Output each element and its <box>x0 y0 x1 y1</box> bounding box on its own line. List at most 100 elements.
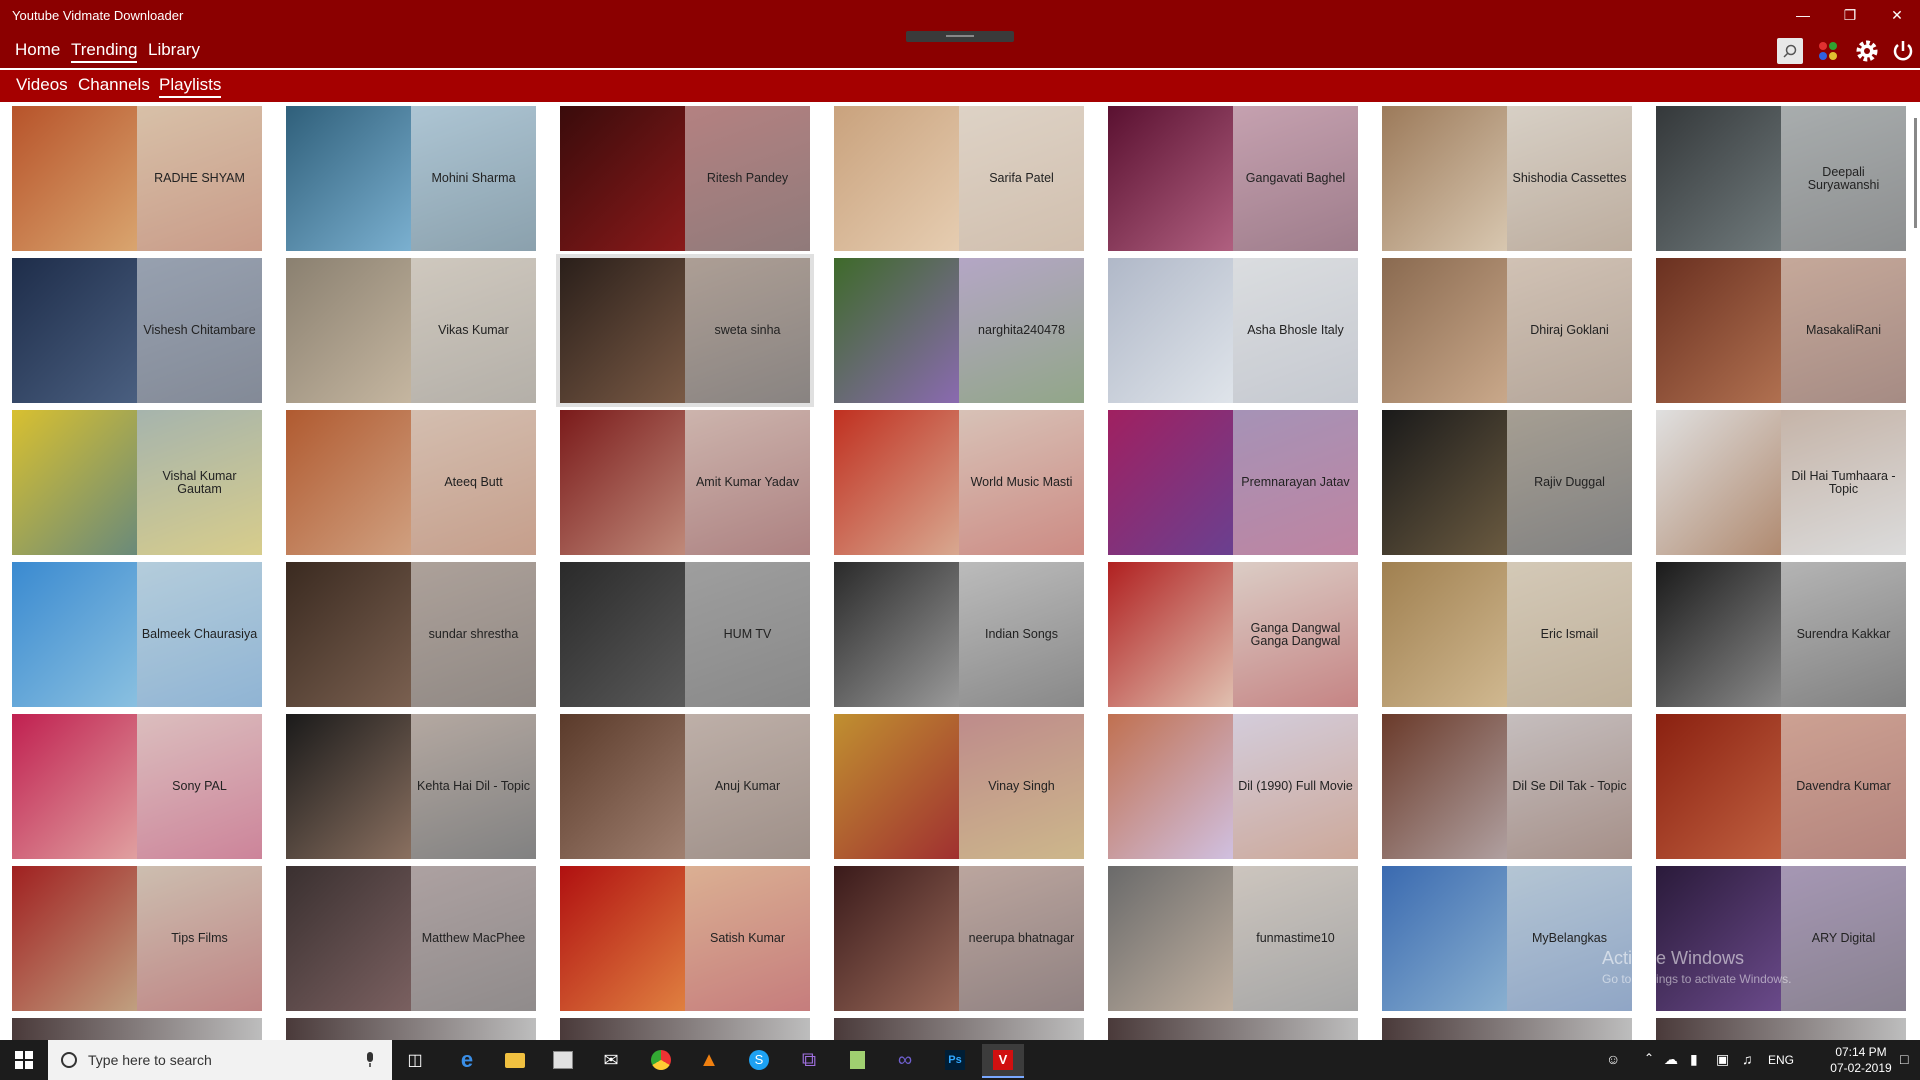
scrollbar[interactable] <box>1914 118 1917 228</box>
playlist-tile[interactable]: ARY Digital <box>1656 866 1906 1011</box>
people-icon[interactable]: ☺ <box>1606 1051 1620 1067</box>
playlist-tile[interactable]: Dil Se Dil Tak - Topic <box>1382 714 1632 859</box>
close-button[interactable]: ✕ <box>1874 0 1920 30</box>
playlist-tile[interactable]: Sony PAL <box>12 714 262 859</box>
skype-app[interactable]: S <box>738 1044 780 1076</box>
store-app[interactable] <box>542 1044 584 1076</box>
cortana-icon <box>61 1052 77 1068</box>
playlist-tile[interactable]: Surendra Kakkar <box>1656 562 1906 707</box>
power-button[interactable] <box>1890 38 1916 64</box>
playlist-tile[interactable]: sundar shrestha <box>286 562 536 707</box>
playlist-tile[interactable]: Ateeq Butt <box>286 410 536 555</box>
visual-studio-2-app[interactable]: ∞ <box>884 1044 926 1076</box>
playlist-tile-partial[interactable] <box>834 1018 1084 1040</box>
playlist-tile[interactable]: Vinay Singh <box>834 714 1084 859</box>
chevron-up-icon[interactable]: ⌃ <box>1644 1051 1654 1065</box>
playlist-tile-partial[interactable] <box>1382 1018 1632 1040</box>
playlist-thumbnail <box>1108 562 1233 707</box>
playlist-tile[interactable]: Matthew MacPhee <box>286 866 536 1011</box>
language-indicator[interactable]: ENG <box>1768 1053 1794 1067</box>
taskbar-search[interactable]: Type here to search <box>48 1040 392 1080</box>
photoshop-icon: Ps <box>945 1050 965 1070</box>
vlc-app[interactable]: ▲ <box>688 1044 730 1076</box>
tab-channels[interactable]: Channels <box>78 75 150 95</box>
minimize-button[interactable]: — <box>1780 0 1826 30</box>
playlist-thumbnail <box>1382 410 1507 555</box>
file-explorer-app[interactable] <box>494 1044 536 1076</box>
maximize-button[interactable]: ❐ <box>1827 0 1873 30</box>
vidmate-icon: V <box>993 1050 1013 1070</box>
mail-app[interactable]: ✉ <box>590 1044 632 1076</box>
playlist-tile[interactable]: MasakaliRani <box>1656 258 1906 403</box>
settings-button[interactable] <box>1853 37 1881 65</box>
playlist-tile[interactable]: Deepali Suryawanshi <box>1656 106 1906 251</box>
clock[interactable]: 07:14 PM 07-02-2019 <box>1826 1044 1896 1076</box>
battery-icon[interactable]: ▮ <box>1690 1051 1698 1068</box>
playlist-tile[interactable]: Shishodia Cassettes <box>1382 106 1632 251</box>
playlist-tile[interactable]: Amit Kumar Yadav <box>560 410 810 555</box>
playlist-tile[interactable]: MyBelangkas <box>1382 866 1632 1011</box>
start-button[interactable] <box>0 1040 48 1080</box>
nav-trending[interactable]: Trending <box>71 40 138 63</box>
drag-handle[interactable] <box>906 31 1014 42</box>
playlist-thumbnail <box>12 258 137 403</box>
playlist-tile[interactable]: Vishal Kumar Gautam <box>12 410 262 555</box>
photoshop-app[interactable]: Ps <box>934 1044 976 1076</box>
playlist-tile[interactable]: Gangavati Baghel <box>1108 106 1358 251</box>
playlist-tile[interactable]: Ganga Dangwal Ganga Dangwal <box>1108 562 1358 707</box>
playlist-tile[interactable]: Indian Songs <box>834 562 1084 707</box>
vidmate-app[interactable]: V <box>982 1044 1024 1078</box>
playlist-tile[interactable]: Ritesh Pandey <box>560 106 810 251</box>
playlist-tile[interactable]: Tips Films <box>12 866 262 1011</box>
playlist-tile[interactable]: Asha Bhosle Italy <box>1108 258 1358 403</box>
playlist-tile[interactable]: Premnarayan Jatav <box>1108 410 1358 555</box>
playlist-channel-name: Vinay Singh <box>988 779 1055 793</box>
playlist-tile[interactable]: Vikas Kumar <box>286 258 536 403</box>
playlist-thumbnail <box>1656 410 1781 555</box>
volume-icon[interactable]: ♫ <box>1742 1051 1753 1067</box>
playlist-tile-partial[interactable] <box>12 1018 262 1040</box>
playlist-tile[interactable]: Sarifa Patel <box>834 106 1084 251</box>
clock-date: 07-02-2019 <box>1830 1061 1892 1075</box>
nav-library[interactable]: Library <box>148 40 200 60</box>
playlist-tile[interactable]: Mohini Sharma <box>286 106 536 251</box>
playlist-tile[interactable]: funmastime10 <box>1108 866 1358 1011</box>
playlist-tile-partial[interactable] <box>1656 1018 1906 1040</box>
playlist-channel-name: Asha Bhosle Italy <box>1247 323 1344 337</box>
edge-app[interactable]: e <box>446 1044 488 1076</box>
playlist-tile[interactable]: HUM TV <box>560 562 810 707</box>
playlist-channel-name: funmastime10 <box>1256 931 1335 945</box>
search-button[interactable] <box>1777 38 1803 64</box>
playlist-tile[interactable]: Rajiv Duggal <box>1382 410 1632 555</box>
playlist-tile[interactable]: Vishesh Chitambare <box>12 258 262 403</box>
network-icon[interactable]: ▣ <box>1716 1051 1729 1068</box>
playlist-tile[interactable]: Eric Ismail <box>1382 562 1632 707</box>
playlist-tile[interactable]: Davendra Kumar <box>1656 714 1906 859</box>
chrome-app[interactable] <box>640 1044 682 1076</box>
playlist-tile[interactable]: narghita240478 <box>834 258 1084 403</box>
playlist-tile[interactable]: Dil (1990) Full Movie <box>1108 714 1358 859</box>
playlist-thumbnail <box>286 866 411 1011</box>
playlist-tile[interactable]: World Music Masti <box>834 410 1084 555</box>
playlist-tile[interactable]: Anuj Kumar <box>560 714 810 859</box>
theme-button[interactable] <box>1815 38 1843 64</box>
playlist-tile-partial[interactable] <box>286 1018 536 1040</box>
playlist-tile[interactable]: Kehta Hai Dil - Topic <box>286 714 536 859</box>
playlist-tile[interactable]: sweta sinha <box>556 254 814 407</box>
notepad-app[interactable] <box>836 1044 878 1076</box>
playlist-tile-partial[interactable] <box>560 1018 810 1040</box>
playlist-tile[interactable]: RADHE SHYAM <box>12 106 262 251</box>
playlist-tile[interactable]: Dil Hai Tumhaara - Topic <box>1656 410 1906 555</box>
visual-studio-app[interactable]: ⧉ <box>788 1044 830 1076</box>
playlist-tile[interactable]: neerupa bhatnagar <box>834 866 1084 1011</box>
playlist-tile[interactable]: Satish Kumar <box>560 866 810 1011</box>
cloud-icon[interactable]: ☁ <box>1664 1051 1678 1068</box>
tab-playlists[interactable]: Playlists <box>159 75 222 98</box>
playlist-tile-partial[interactable] <box>1108 1018 1358 1040</box>
notification-icon[interactable]: □ <box>1900 1051 1908 1067</box>
nav-home[interactable]: Home <box>15 40 60 60</box>
playlist-tile[interactable]: Balmeek Chaurasiya <box>12 562 262 707</box>
tab-videos[interactable]: Videos <box>16 75 68 95</box>
playlist-tile[interactable]: Dhiraj Goklani <box>1382 258 1632 403</box>
task-view-button[interactable]: ◫ <box>394 1044 436 1076</box>
